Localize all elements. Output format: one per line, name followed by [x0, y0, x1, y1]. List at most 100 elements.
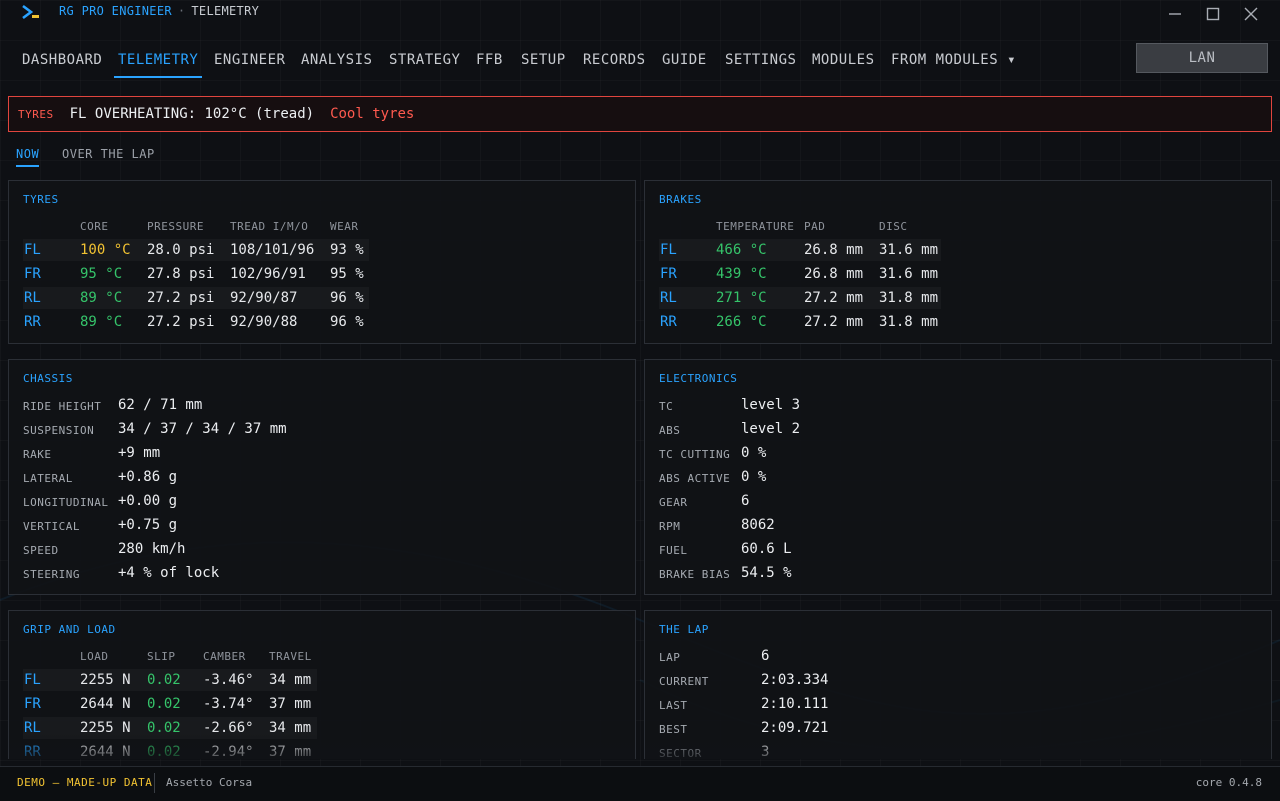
- col-disc: DISC: [879, 220, 908, 233]
- chassis-value: +9 mm: [118, 445, 161, 461]
- tab-ffb[interactable]: FFB: [476, 52, 503, 76]
- tyre-core: 95 °C: [80, 266, 123, 282]
- window-section: TELEMETRY: [191, 4, 260, 18]
- lap-title: THE LAP: [659, 623, 709, 636]
- minimize-icon: [1169, 13, 1181, 15]
- tyre-wear: 95 %: [330, 266, 364, 282]
- demo-badge: DEMO — MADE-UP DATA: [17, 776, 153, 789]
- tab-engineer[interactable]: ENGINEER: [214, 52, 285, 76]
- tab-records[interactable]: RECORDS: [583, 52, 646, 76]
- version-label: core 0.4.8: [1195, 776, 1262, 789]
- electronics-title: ELECTRONICS: [659, 372, 738, 385]
- tab-strategy[interactable]: STRATEGY: [389, 52, 460, 76]
- chassis-panel: CHASSIS RIDE HEIGHT 62 / 71 mm SUSPENSIO…: [8, 359, 636, 595]
- corner-label: RL: [660, 290, 677, 306]
- grip-travel: 37 mm: [269, 744, 312, 759]
- brake-disc: 31.6 mm: [879, 242, 939, 258]
- brake-pad: 27.2 mm: [804, 314, 864, 330]
- title-separator: ·: [177, 4, 186, 18]
- brake-temp: 266 °C: [716, 314, 767, 330]
- chassis-value: 62 / 71 mm: [118, 397, 203, 413]
- chassis-value: +0.00 g: [118, 493, 178, 509]
- alert-action: Cool tyres: [330, 106, 415, 122]
- lan-button[interactable]: LAN: [1136, 43, 1268, 73]
- electronics-value: 60.6 L: [741, 541, 792, 557]
- corner-label: RR: [24, 314, 41, 330]
- brakes-title: BRAKES: [659, 193, 702, 206]
- brake-pad: 26.8 mm: [804, 266, 864, 282]
- tab-from-modules-dropdown[interactable]: FROM MODULES ▾: [891, 52, 1016, 76]
- brake-temp: 466 °C: [716, 242, 767, 258]
- corner-label: RL: [24, 720, 41, 736]
- grip-travel: 34 mm: [269, 720, 312, 736]
- electronics-value: 54.5 %: [741, 565, 792, 581]
- chassis-value: +0.86 g: [118, 469, 178, 485]
- corner-label: RR: [24, 744, 41, 759]
- grip-load: 2255 N: [80, 672, 131, 688]
- chassis-label: RAKE: [23, 448, 52, 461]
- alert-banner: TYRES FL OVERHEATING: 102°C (tread) Cool…: [8, 96, 1272, 132]
- lap-panel: THE LAP LAP 6 CURRENT 2:03.334 LAST 2:10…: [644, 610, 1272, 759]
- tyre-core: 89 °C: [80, 314, 123, 330]
- lap-label: LAST: [659, 699, 688, 712]
- tab-setup[interactable]: SETUP: [521, 52, 566, 76]
- electronics-label: ABS: [659, 424, 681, 437]
- col-slip: SLIP: [147, 650, 176, 663]
- tab-dashboard[interactable]: DASHBOARD: [22, 52, 102, 76]
- tyre-tread: 102/96/91: [230, 266, 306, 282]
- tab-guide[interactable]: GUIDE: [662, 52, 707, 76]
- tyre-tread: 92/90/87: [230, 290, 298, 306]
- subtab-over-the-lap[interactable]: OVER THE LAP: [62, 147, 155, 161]
- lap-value: 2:03.334: [761, 672, 829, 688]
- electronics-label: BRAKE BIAS: [659, 568, 731, 581]
- minimize-button[interactable]: [1164, 4, 1186, 24]
- tyres-title: TYRES: [23, 193, 59, 206]
- grip-camber: -2.94°: [203, 744, 254, 759]
- corner-label: FR: [24, 266, 41, 282]
- tab-settings[interactable]: SETTINGS: [725, 52, 796, 76]
- electronics-label: FUEL: [659, 544, 688, 557]
- electronics-value: 8062: [741, 517, 775, 533]
- col-load: LOAD: [80, 650, 109, 663]
- tab-analysis[interactable]: ANALYSIS: [301, 52, 372, 76]
- subtab-now[interactable]: NOW: [16, 147, 40, 167]
- close-button[interactable]: [1240, 4, 1262, 24]
- maximize-icon: [1206, 7, 1220, 21]
- corner-label: RR: [660, 314, 677, 330]
- brake-disc: 31.6 mm: [879, 266, 939, 282]
- tab-modules[interactable]: MODULES: [812, 52, 875, 76]
- col-travel: TRAVEL: [269, 650, 312, 663]
- grip-travel: 34 mm: [269, 672, 312, 688]
- brake-pad: 26.8 mm: [804, 242, 864, 258]
- corner-label: RL: [24, 290, 41, 306]
- footer-divider: [154, 773, 155, 793]
- grip-load: 2644 N: [80, 696, 131, 712]
- main-nav: DASHBOARD TELEMETRY ENGINEER ANALYSIS ST…: [0, 40, 1280, 80]
- terminal-logo-icon: [22, 4, 39, 20]
- tab-telemetry[interactable]: TELEMETRY: [114, 52, 203, 78]
- corner-label: FL: [24, 242, 41, 258]
- corner-label: FL: [660, 242, 677, 258]
- lap-value: 2:10.111: [761, 696, 829, 712]
- chassis-label: LONGITUDINAL: [23, 496, 109, 509]
- electronics-value: 0 %: [741, 445, 767, 461]
- tyre-wear: 96 %: [330, 314, 364, 330]
- chassis-value: +4 % of lock: [118, 565, 220, 581]
- brake-pad: 27.2 mm: [804, 290, 864, 306]
- brakes-panel: BRAKES TEMPERATURE PAD DISC FL 466 °C 26…: [644, 180, 1272, 344]
- lap-value: 2:09.721: [761, 720, 829, 736]
- brake-temp: 439 °C: [716, 266, 767, 282]
- grip-load: 2644 N: [80, 744, 131, 759]
- corner-label: FL: [24, 672, 41, 688]
- tyre-wear: 93 %: [330, 242, 364, 258]
- grip-travel: 37 mm: [269, 696, 312, 712]
- corner-label: FR: [24, 696, 41, 712]
- grip-load-panel: GRIP AND LOAD LOAD SLIP CAMBER TRAVEL FL…: [8, 610, 636, 759]
- chassis-value: 280 km/h: [118, 541, 186, 557]
- grip-load: 2255 N: [80, 720, 131, 736]
- electronics-value: level 3: [741, 397, 801, 413]
- col-tread: TREAD I/M/O: [230, 220, 309, 233]
- electronics-label: GEAR: [659, 496, 688, 509]
- chassis-value: 34 / 37 / 34 / 37 mm: [118, 421, 287, 437]
- maximize-button[interactable]: [1202, 4, 1224, 24]
